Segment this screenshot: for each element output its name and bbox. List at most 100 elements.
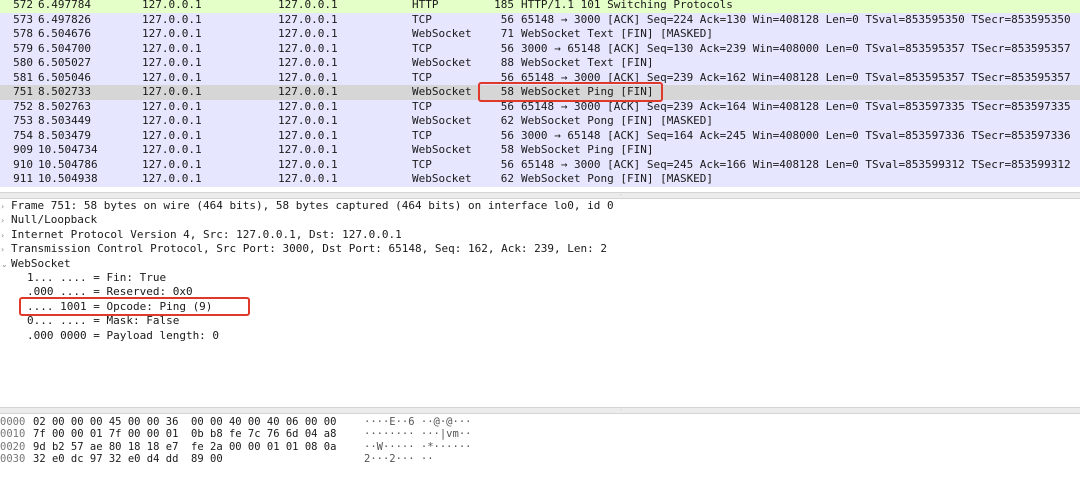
packet-info-cell: 65148 → 3000 [ACK] Seq=239 Ack=162 Win=4… (521, 70, 1071, 84)
packet-no-cell: 751 (13, 85, 33, 98)
hex-offset: 0020 (0, 440, 26, 453)
hex-offset: 0010 (0, 428, 26, 441)
packet-row[interactable]: 754 8.503479 127.0.0.1 127.0.0.1 TCP 56 3000 →… (0, 128, 1080, 143)
packet-dst-cell: 127.0.0.1 (278, 157, 338, 171)
packet-row[interactable]: 911 10.504938 127.0.0.1 127.0.0.1 WebSocket 6… (0, 172, 1080, 187)
packet-dst-cell: 127.0.0.1 (278, 128, 338, 142)
tree-row-label: .000 0000 = Payload length: 0 (27, 328, 220, 342)
collapsed-arrow-icon[interactable]: › (1, 243, 11, 257)
hex-offset: 0030 (0, 452, 26, 465)
packet-row[interactable]: 573 6.497826 127.0.0.1 127.0.0.1 TCP 56 65148 … (0, 12, 1080, 27)
tree-row-label: 0... .... = Mask: False (27, 314, 180, 328)
packet-no-cell: 579 (13, 41, 33, 55)
packet-len-cell: 56 (500, 12, 514, 26)
tree-row-label: Internet Protocol Version 4, Src: 127.0.… (11, 227, 402, 241)
pane-splitter-bottom[interactable]: ⋅ (0, 407, 1080, 414)
collapsed-arrow-icon[interactable]: › (1, 214, 11, 228)
expanded-arrow-icon[interactable]: ⌄ (1, 258, 11, 272)
hex-ascii: ····E··6 ··@·@··· (364, 416, 472, 428)
tree-row[interactable]: › Null/Loopback (1, 213, 97, 227)
tree-row[interactable]: .000 0000 = Payload length: 0 (27, 329, 219, 343)
tree-row[interactable]: .000 .... = Reserved: 0x0 (27, 285, 193, 299)
packet-info-cell: WebSocket Text [FIN] (521, 56, 654, 69)
packet-row[interactable]: 751 8.502733 127.0.0.1 127.0.0.1 WebSocket 58… (0, 85, 1080, 100)
packet-time-cell: 10.504786 (38, 157, 98, 171)
packet-proto-cell: WebSocket (412, 56, 472, 69)
packet-info-cell: WebSocket Ping [FIN] (521, 85, 654, 98)
packet-time-cell: 8.502763 (38, 99, 91, 113)
packet-info-cell: 65148 → 3000 [ACK] Seq=245 Ack=166 Win=4… (521, 157, 1071, 171)
packet-info-cell: 65148 → 3000 [ACK] Seq=224 Ack=130 Win=4… (521, 12, 1071, 26)
packet-row[interactable]: 578 6.504676 127.0.0.1 127.0.0.1 WebSocket 71… (0, 27, 1080, 42)
packet-dst-cell: 127.0.0.1 (278, 41, 338, 55)
packet-src-cell: 127.0.0.1 (142, 85, 202, 98)
packet-info-cell: WebSocket Pong [FIN] [MASKED] (521, 114, 714, 127)
tree-row[interactable]: .... 1001 = Opcode: Ping (9) (27, 300, 212, 314)
packet-len-cell: 71 (500, 27, 514, 40)
packet-dst-cell: 127.0.0.1 (278, 143, 338, 156)
packet-src-cell: 127.0.0.1 (142, 114, 202, 127)
packet-len-cell: 185 (494, 0, 514, 11)
packet-row[interactable]: 909 10.504734 127.0.0.1 127.0.0.1 WebSocket 5… (0, 143, 1080, 158)
packet-time-cell: 6.505027 (38, 56, 91, 69)
packet-time-cell: 10.504734 (38, 143, 98, 156)
tree-row[interactable]: › Transmission Control Protocol, Src Port… (1, 242, 607, 256)
packet-proto-cell: TCP (412, 157, 432, 171)
packet-no-cell: 572 (13, 0, 33, 11)
packet-no-cell: 910 (13, 157, 33, 171)
packet-len-cell: 56 (500, 128, 514, 142)
tree-row[interactable]: › Internet Protocol Version 4, Src: 127.0… (1, 228, 402, 242)
packet-info-cell: HTTP/1.1 101 Switching Protocols (521, 0, 733, 11)
packet-src-cell: 127.0.0.1 (142, 70, 202, 84)
packet-proto-cell: TCP (412, 70, 432, 84)
packet-len-cell: 56 (500, 70, 514, 84)
packet-src-cell: 127.0.0.1 (142, 56, 202, 69)
packet-dst-cell: 127.0.0.1 (278, 114, 338, 127)
packet-src-cell: 127.0.0.1 (142, 99, 202, 113)
packet-row[interactable]: 581 6.505046 127.0.0.1 127.0.0.1 TCP 56 65148 … (0, 70, 1080, 85)
tree-row[interactable]: 1... .... = Fin: True (27, 271, 166, 285)
packet-proto-cell: TCP (412, 128, 432, 142)
tree-row[interactable]: ⌄ WebSocket (1, 257, 71, 271)
packet-dst-cell: 127.0.0.1 (278, 99, 338, 113)
packet-len-cell: 88 (500, 56, 514, 69)
tree-row[interactable]: 0... .... = Mask: False (27, 314, 179, 328)
packet-len-cell: 62 (500, 114, 514, 127)
packet-no-cell: 909 (13, 143, 33, 156)
tree-row-label: Null/Loopback (11, 213, 98, 227)
packet-proto-cell: TCP (412, 99, 432, 113)
packet-bytes-pane[interactable]: 0000 02 00 00 00 45 00 00 36 00 00 40 00 … (0, 416, 1080, 483)
packet-time-cell: 8.502733 (38, 85, 91, 98)
collapsed-arrow-icon[interactable]: › (1, 200, 11, 214)
hex-bytes: 02 00 00 00 45 00 00 36 00 00 40 00 40 0… (33, 416, 337, 428)
packet-len-cell: 58 (500, 85, 514, 98)
packet-row[interactable]: 580 6.505027 127.0.0.1 127.0.0.1 WebSocket 88… (0, 56, 1080, 71)
packet-src-cell: 127.0.0.1 (142, 128, 202, 142)
packet-len-cell: 62 (500, 172, 514, 185)
packet-row[interactable]: 572 6.497784 127.0.0.1 127.0.0.1 HTTP 185 HTTP… (0, 0, 1080, 13)
packet-row[interactable]: 579 6.504700 127.0.0.1 127.0.0.1 TCP 56 3000 →… (0, 41, 1080, 56)
hex-ascii: ··W····· ·*······ (364, 440, 472, 453)
packet-src-cell: 127.0.0.1 (142, 41, 202, 55)
tree-row-label: Transmission Control Protocol, Src Port:… (11, 242, 608, 256)
collapsed-arrow-icon[interactable]: › (1, 229, 11, 243)
packet-len-cell: 58 (500, 143, 514, 156)
packet-no-cell: 754 (13, 128, 33, 142)
packet-proto-cell: WebSocket (412, 143, 472, 156)
packet-proto-cell: HTTP (412, 0, 439, 11)
packet-dst-cell: 127.0.0.1 (278, 56, 338, 69)
packet-list[interactable]: 572 6.497784 127.0.0.1 127.0.0.1 HTTP 185 HTTP… (0, 0, 1080, 192)
packet-row[interactable]: 752 8.502763 127.0.0.1 127.0.0.1 TCP 56 65148 … (0, 99, 1080, 114)
packet-details-tree[interactable]: › Frame 751: 58 bytes on wire (464 bits),… (0, 198, 1080, 408)
packet-info-cell: 3000 → 65148 [ACK] Seq=164 Ack=245 Win=4… (521, 128, 1071, 142)
tree-row[interactable]: › Frame 751: 58 bytes on wire (464 bits),… (1, 199, 614, 213)
splitter-grip-icon: ⋅ (620, 407, 622, 414)
packet-info-cell: WebSocket Text [FIN] [MASKED] (521, 27, 714, 40)
packet-row[interactable]: 910 10.504786 127.0.0.1 127.0.0.1 TCP 56 65148… (0, 157, 1080, 172)
packet-row[interactable]: 753 8.503449 127.0.0.1 127.0.0.1 WebSocket 62… (0, 114, 1080, 129)
packet-proto-cell: TCP (412, 41, 432, 55)
hex-offset: 0000 (0, 416, 26, 428)
packet-proto-cell: WebSocket (412, 27, 472, 40)
tree-row-label: .... 1001 = Opcode: Ping (9) (27, 299, 213, 313)
hex-bytes: 32 e0 dc 97 32 e0 d4 dd 89 00 (33, 452, 223, 465)
